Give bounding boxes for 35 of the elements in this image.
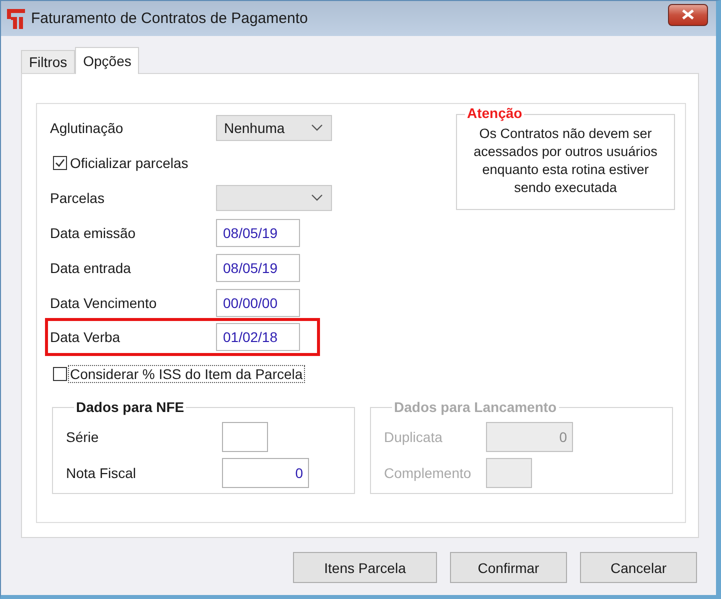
field-label: Nota Fiscal xyxy=(66,465,138,481)
field-label: Complemento xyxy=(384,465,472,481)
date-field[interactable]: 08/05/19 xyxy=(216,254,300,282)
field-label: Aglutinação xyxy=(50,120,124,136)
input-field[interactable] xyxy=(222,422,268,452)
field-label: Data entrada xyxy=(50,260,132,276)
chevron-down-icon xyxy=(311,124,323,131)
date-field[interactable]: 08/05/19 xyxy=(216,218,300,246)
close-button[interactable] xyxy=(668,4,708,26)
dialog-button[interactable]: Itens Parcela xyxy=(293,552,437,583)
chevron-down-icon xyxy=(311,194,323,201)
tab[interactable]: Opções xyxy=(75,47,140,74)
field-label: Parcelas xyxy=(50,190,106,206)
date-field[interactable]: 00/00/00 xyxy=(216,288,300,316)
field-label: Data emissão xyxy=(50,224,137,240)
dropdown[interactable] xyxy=(216,184,332,210)
group-title: Dados para Lancamento xyxy=(393,399,558,415)
warning-title: Atenção xyxy=(465,105,524,121)
window-title: Faturamento de Contratos de Pagamento xyxy=(31,10,309,27)
tab[interactable]: Filtros xyxy=(21,50,76,73)
field-label: Duplicata xyxy=(384,429,444,445)
field-label: Data Vencimento xyxy=(50,294,158,310)
checkbox[interactable]: Oficializar parcelas xyxy=(53,154,190,172)
field-label: Data Verba xyxy=(50,329,122,345)
dropdown-value: Nenhuma xyxy=(224,120,285,136)
group-title: Dados para NFE xyxy=(75,399,186,415)
dialog-button[interactable]: Confirmar xyxy=(450,552,567,583)
date-field[interactable]: 01/02/18 xyxy=(216,323,300,351)
field-label: Série xyxy=(66,429,100,445)
close-icon xyxy=(681,9,695,20)
input-field[interactable]: 0 xyxy=(222,458,309,488)
dropdown[interactable]: Nenhuma xyxy=(216,114,332,140)
dialog-button[interactable]: Cancelar xyxy=(580,552,697,583)
warning-message: Os Contratos não devem ser acessados por outros usuários enquanto esta rotina estiver sendo executada xyxy=(472,125,658,197)
app-icon xyxy=(7,8,25,28)
